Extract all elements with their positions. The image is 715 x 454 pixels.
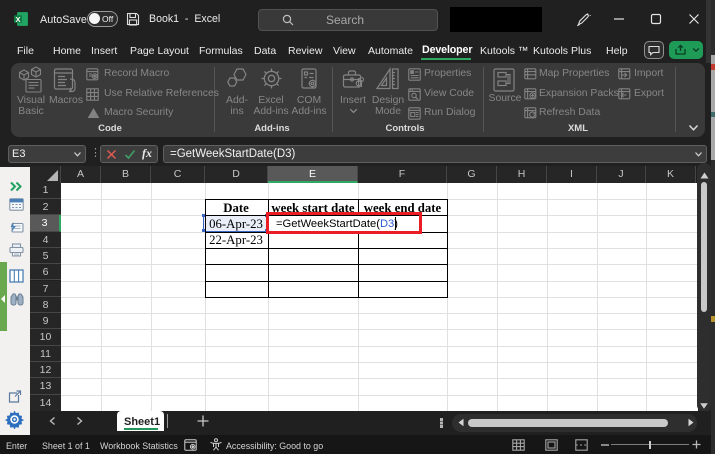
svg-text:X: X [15, 15, 20, 24]
